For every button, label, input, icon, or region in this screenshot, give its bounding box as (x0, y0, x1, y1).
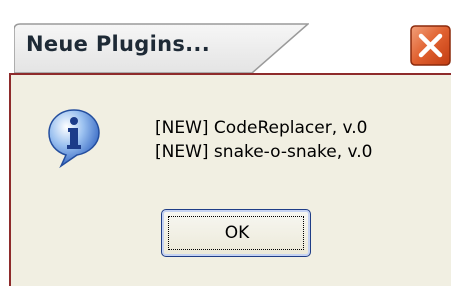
ok-button[interactable]: OK (161, 209, 311, 257)
message-line: [NEW] snake-o-snake, v.0 (155, 142, 373, 162)
message-list: [NEW] CodeReplacer, v.0 [NEW] snake-o-sn… (155, 116, 373, 164)
title-bar[interactable]: Neue Plugins... (0, 0, 451, 74)
info-icon (47, 108, 101, 168)
dialog-window: Neue Plugins... [NEW] CodeReplacer, v.0 … (0, 0, 451, 286)
window-title: Neue Plugins... (26, 32, 210, 56)
close-button[interactable] (410, 25, 451, 66)
message-line: [NEW] CodeReplacer, v.0 (155, 118, 368, 138)
ok-button-label: OK (224, 223, 250, 243)
close-icon (410, 25, 451, 66)
